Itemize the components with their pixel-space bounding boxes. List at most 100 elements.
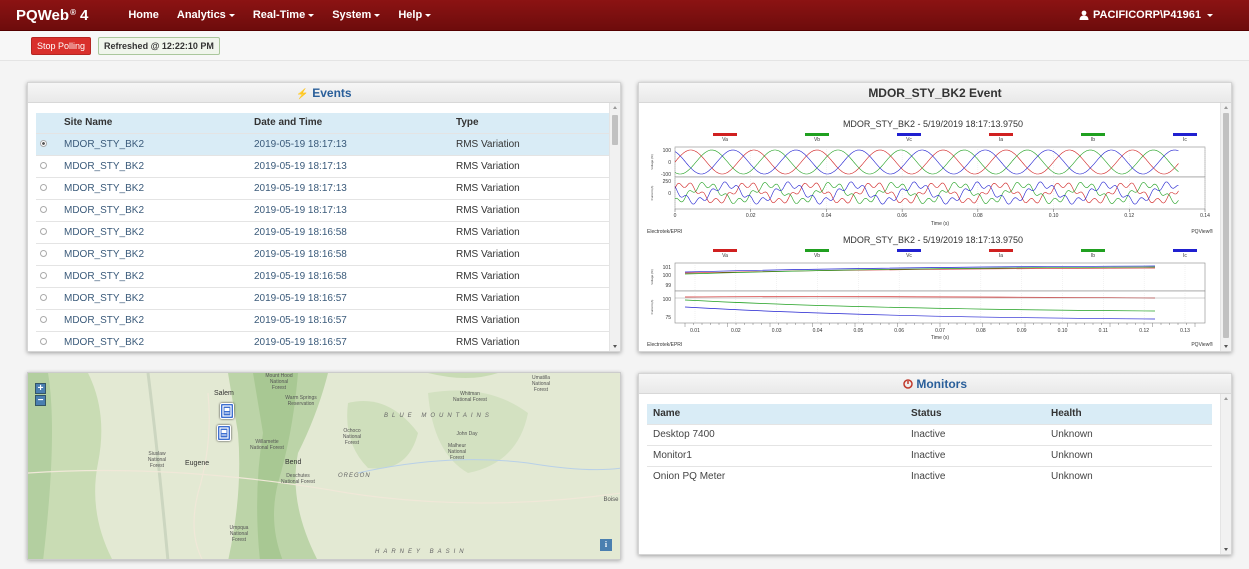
- map-info-button[interactable]: i: [600, 539, 612, 551]
- row-select-radio[interactable]: [40, 293, 47, 301]
- scroll-down-icon[interactable]: [1224, 345, 1228, 348]
- monitor-marker[interactable]: [217, 425, 231, 441]
- legend-swatch: [989, 133, 1013, 136]
- y-axis-label-voltage: Voltage (%): [650, 154, 654, 170]
- nav-system[interactable]: System: [332, 9, 381, 21]
- events-title: Events: [312, 86, 352, 100]
- legend-item: Vc: [889, 133, 929, 143]
- table-row[interactable]: MDOR_STY_BK2 2019-05-19 18:16:57 RMS Varia…: [36, 286, 611, 309]
- y-tick-label: 100: [663, 297, 672, 303]
- event-chart-panel: MDOR_STY_BK2 Event MDOR_STY_BK2 - 5/19/2…: [638, 82, 1232, 352]
- table-row[interactable]: MDOR_STY_BK2 2019-05-19 18:17:13 RMS Varia…: [36, 132, 611, 155]
- nav-analytics[interactable]: Analytics: [177, 9, 235, 21]
- table-row[interactable]: Desktop 7400 Inactive Unknown: [647, 423, 1212, 445]
- row-select-radio[interactable]: [40, 227, 47, 235]
- col-date-time[interactable]: Date and Time: [250, 113, 452, 133]
- table-row[interactable]: MDOR_STY_BK2 2019-05-19 18:17:13 RMS Varia…: [36, 176, 611, 199]
- scroll-up-icon[interactable]: [1224, 106, 1228, 109]
- legend-swatch: [1081, 249, 1105, 252]
- row-select-radio[interactable]: [40, 337, 47, 345]
- monitors-scrollbar[interactable]: [1220, 394, 1231, 554]
- cell-date-time: 2019-05-19 18:17:13: [250, 198, 452, 221]
- nav-home[interactable]: Home: [128, 9, 159, 21]
- user-menu[interactable]: PACIFICORP\P41961: [1079, 9, 1213, 21]
- scroll-up-icon[interactable]: [1224, 397, 1228, 400]
- row-select-radio[interactable]: [40, 161, 47, 169]
- cell-type: RMS Variation: [452, 264, 611, 287]
- table-row[interactable]: Onion PQ Meter Inactive Unknown: [647, 465, 1212, 487]
- y-tick-label: 101: [663, 265, 672, 271]
- map-label-whitman: Whitman National Forest: [453, 391, 487, 403]
- legend-item: Ib: [1073, 249, 1113, 259]
- toolbar: Stop Polling Refreshed @ 12:22:10 PM: [0, 31, 1249, 61]
- row-select-radio[interactable]: [40, 271, 47, 279]
- brand-version: 4: [79, 6, 89, 24]
- cell-site-name: MDOR_STY_BK2: [60, 242, 250, 265]
- cell-type: RMS Variation: [452, 176, 611, 199]
- col-site-name[interactable]: Site Name: [60, 113, 250, 133]
- x-tick-label: 0.09: [1017, 328, 1027, 334]
- y-tick-label: 75: [665, 315, 671, 321]
- legend-item: Ic: [1165, 249, 1205, 259]
- table-row[interactable]: MDOR_STY_BK2 2019-05-19 18:17:13 RMS Varia…: [36, 198, 611, 221]
- col-type[interactable]: Type: [452, 113, 611, 133]
- col-health[interactable]: Health: [1045, 404, 1212, 424]
- row-select-radio[interactable]: [40, 315, 47, 323]
- monitor-marker[interactable]: [220, 403, 234, 419]
- voltage-plot-frame: [674, 146, 1206, 178]
- cell-date-time: 2019-05-19 18:17:13: [250, 154, 452, 177]
- col-name[interactable]: Name: [647, 404, 905, 424]
- table-row[interactable]: Monitor1 Inactive Unknown: [647, 444, 1212, 466]
- col-status[interactable]: Status: [905, 404, 1045, 424]
- user-name: PACIFICORP\P41961: [1092, 9, 1201, 21]
- table-row[interactable]: MDOR_STY_BK2 2019-05-19 18:16:57 RMS Varia…: [36, 330, 611, 353]
- x-tick-label: 0.08: [973, 213, 983, 219]
- table-row[interactable]: MDOR_STY_BK2 2019-05-19 18:16:58 RMS Varia…: [36, 220, 611, 243]
- x-tick-label: 0.06: [897, 213, 907, 219]
- x-tick-label: 0.14: [1200, 213, 1210, 219]
- events-scrollbar[interactable]: [609, 103, 620, 351]
- brand[interactable]: PQWeb ® 4: [16, 7, 88, 24]
- table-row[interactable]: MDOR_STY_BK2 2019-05-19 18:16:58 RMS Varia…: [36, 264, 611, 287]
- monitors-title: Monitors: [916, 377, 967, 391]
- row-select-radio[interactable]: [40, 205, 47, 213]
- table-row[interactable]: MDOR_STY_BK2 2019-05-19 18:17:13 RMS Varia…: [36, 154, 611, 177]
- scroll-down-icon[interactable]: [613, 345, 617, 348]
- cell-date-time: 2019-05-19 18:17:13: [250, 132, 452, 155]
- legend-item: Ic: [1165, 133, 1205, 143]
- legend-item: Vb: [797, 249, 837, 259]
- scroll-down-icon[interactable]: [1224, 548, 1228, 551]
- legend-label: Ib: [1090, 253, 1096, 259]
- legend-swatch: [989, 249, 1013, 252]
- stop-polling-button[interactable]: Stop Polling: [31, 36, 92, 55]
- map-view[interactable]: + − Salem Eugene Bend BLUE MOUNTAINS ORE…: [27, 372, 621, 560]
- row-select-radio[interactable]: [40, 183, 47, 191]
- table-row[interactable]: MDOR_STY_BK2 2019-05-19 18:16:57 RMS Varia…: [36, 308, 611, 331]
- cell-monitor-name: Onion PQ Meter: [647, 465, 905, 487]
- scroll-up-icon[interactable]: [613, 106, 617, 109]
- chart-scroll-thumb[interactable]: [1223, 113, 1229, 338]
- legend-label: Ib: [1090, 137, 1096, 143]
- legend-label: Vc: [906, 137, 912, 143]
- row-select-radio[interactable]: [40, 139, 47, 147]
- lightning-icon: ⚡: [296, 89, 309, 100]
- row-select-radio[interactable]: [40, 249, 47, 257]
- chart1-title: MDOR_STY_BK2 - 5/19/2019 18:17:13.9750: [842, 119, 1024, 129]
- events-panel-header: ⚡ Events: [28, 83, 620, 103]
- events-scroll-thumb[interactable]: [612, 115, 618, 145]
- monitors-body: Desktop 7400 Inactive Unknown Monitor1 Inact…: [647, 423, 1212, 487]
- x-tick-label: 0.07: [935, 328, 945, 334]
- zoom-out-button[interactable]: −: [35, 395, 46, 406]
- legend-swatch: [805, 133, 829, 136]
- cell-site-name: MDOR_STY_BK2: [60, 330, 250, 353]
- cell-monitor-status: Inactive: [905, 423, 1045, 445]
- chart-scrollbar[interactable]: [1220, 103, 1231, 351]
- nav-real-time[interactable]: Real-Time: [253, 9, 315, 21]
- table-row[interactable]: MDOR_STY_BK2 2019-05-19 18:16:58 RMS Varia…: [36, 242, 611, 265]
- cell-type: RMS Variation: [452, 330, 611, 353]
- nav-help[interactable]: Help: [398, 9, 432, 21]
- events-header-row: Site Name Date and Time Type: [36, 113, 611, 133]
- zoom-in-button[interactable]: +: [35, 383, 46, 394]
- y-axis-label-current: Current (A): [650, 300, 654, 315]
- legend-swatch: [1173, 133, 1197, 136]
